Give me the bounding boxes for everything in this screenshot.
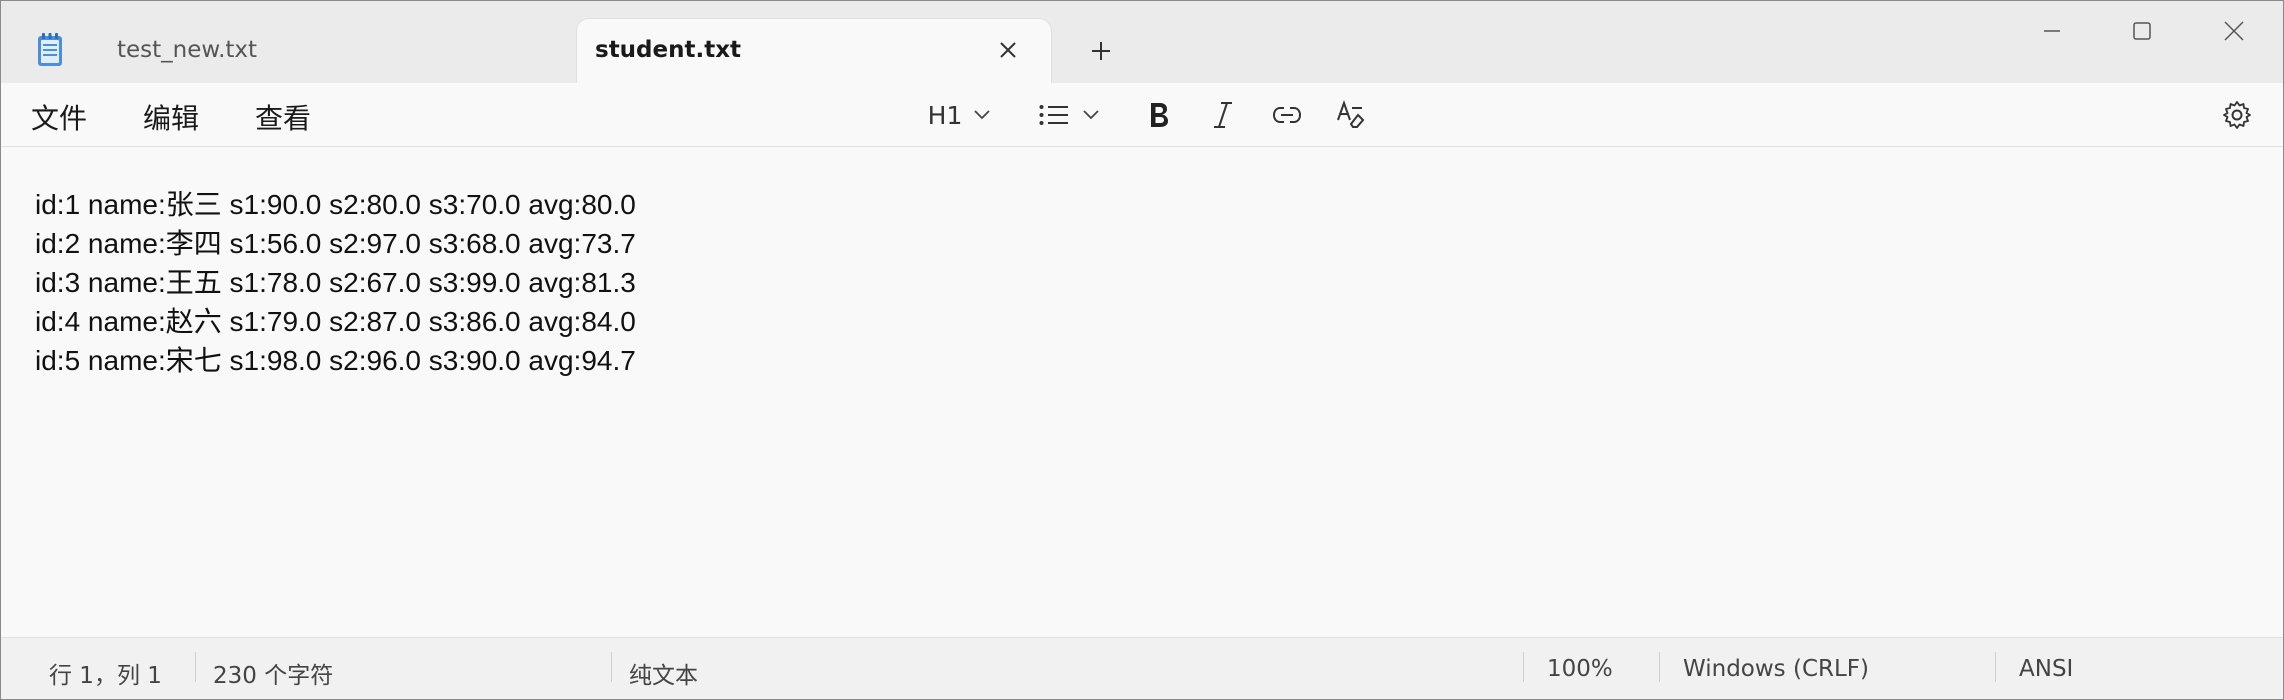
- tab-test-new[interactable]: test_new.txt: [1, 19, 573, 83]
- new-tab-button[interactable]: [1081, 31, 1121, 71]
- text-line: id:3 name:王五 s1:78.0 s2:67.0 s3:99.0 avg…: [35, 267, 636, 298]
- notepad-window: test_new.txt student.txt 文件 编辑 查看 H1 id:…: [0, 0, 2284, 700]
- status-divider: [1995, 652, 1996, 682]
- link-icon: [1272, 106, 1302, 124]
- heading-label: H1: [927, 100, 963, 130]
- text-line: id:1 name:张三 s1:90.0 s2:80.0 s3:70.0 avg…: [35, 189, 636, 220]
- status-divider: [195, 652, 196, 682]
- text-editor[interactable]: id:1 name:张三 s1:90.0 s2:80.0 s3:70.0 avg…: [1, 148, 2283, 636]
- heading-dropdown[interactable]: H1: [919, 93, 999, 137]
- plus-icon: [1090, 40, 1112, 62]
- chevron-down-icon: [974, 110, 990, 120]
- menu-file[interactable]: 文件: [31, 97, 87, 137]
- close-icon: [2223, 20, 2245, 42]
- text-line: id:4 name:赵六 s1:79.0 s2:87.0 s3:86.0 avg…: [35, 306, 636, 337]
- chevron-down-icon: [1083, 110, 1099, 120]
- italic-icon: [1212, 101, 1234, 129]
- line-ending[interactable]: Windows (CRLF): [1683, 656, 1869, 682]
- list-dropdown[interactable]: [1033, 93, 1105, 137]
- link-button[interactable]: [1265, 93, 1309, 137]
- text-line: id:5 name:宋七 s1:98.0 s2:96.0 s3:90.0 avg…: [35, 345, 636, 376]
- text-line: id:2 name:李四 s1:56.0 s2:97.0 s3:68.0 avg…: [35, 228, 636, 259]
- gear-icon: [2222, 100, 2252, 130]
- menu-bar: 文件 编辑 查看 H1: [1, 83, 2283, 147]
- tab-label: student.txt: [595, 37, 742, 63]
- bulleted-list-icon: [1039, 104, 1069, 126]
- menu-edit[interactable]: 编辑: [143, 97, 199, 137]
- settings-button[interactable]: [2215, 93, 2259, 137]
- cursor-position: 行 1，列 1: [49, 663, 162, 689]
- close-window-button[interactable]: [2189, 7, 2279, 55]
- close-icon[interactable]: [993, 35, 1023, 65]
- bold-button[interactable]: [1139, 93, 1179, 137]
- maximize-button[interactable]: [2097, 7, 2187, 55]
- tab-student[interactable]: student.txt: [577, 19, 1051, 83]
- minimize-button[interactable]: [2007, 7, 2097, 55]
- clear-formatting-icon: [1336, 100, 1366, 130]
- status-bar: 行 1，列 1 230 个字符 纯文本 100% Windows (CRLF) …: [1, 637, 2283, 699]
- encoding[interactable]: ANSI: [2019, 656, 2073, 682]
- bold-icon: [1148, 101, 1170, 129]
- status-divider: [1523, 652, 1524, 682]
- tab-label: test_new.txt: [117, 37, 258, 63]
- character-count: 230 个字符: [213, 663, 334, 689]
- status-divider: [611, 652, 612, 682]
- zoom-level[interactable]: 100%: [1547, 656, 1613, 682]
- notepad-icon: [37, 33, 63, 67]
- title-bar: test_new.txt student.txt: [1, 1, 2283, 83]
- maximize-icon: [2132, 21, 2152, 41]
- minimize-icon: [2042, 21, 2062, 41]
- menu-view[interactable]: 查看: [255, 97, 311, 137]
- clear-formatting-button[interactable]: [1329, 93, 1373, 137]
- text-format[interactable]: 纯文本: [629, 656, 698, 690]
- status-divider: [1659, 652, 1660, 682]
- italic-button[interactable]: [1203, 93, 1243, 137]
